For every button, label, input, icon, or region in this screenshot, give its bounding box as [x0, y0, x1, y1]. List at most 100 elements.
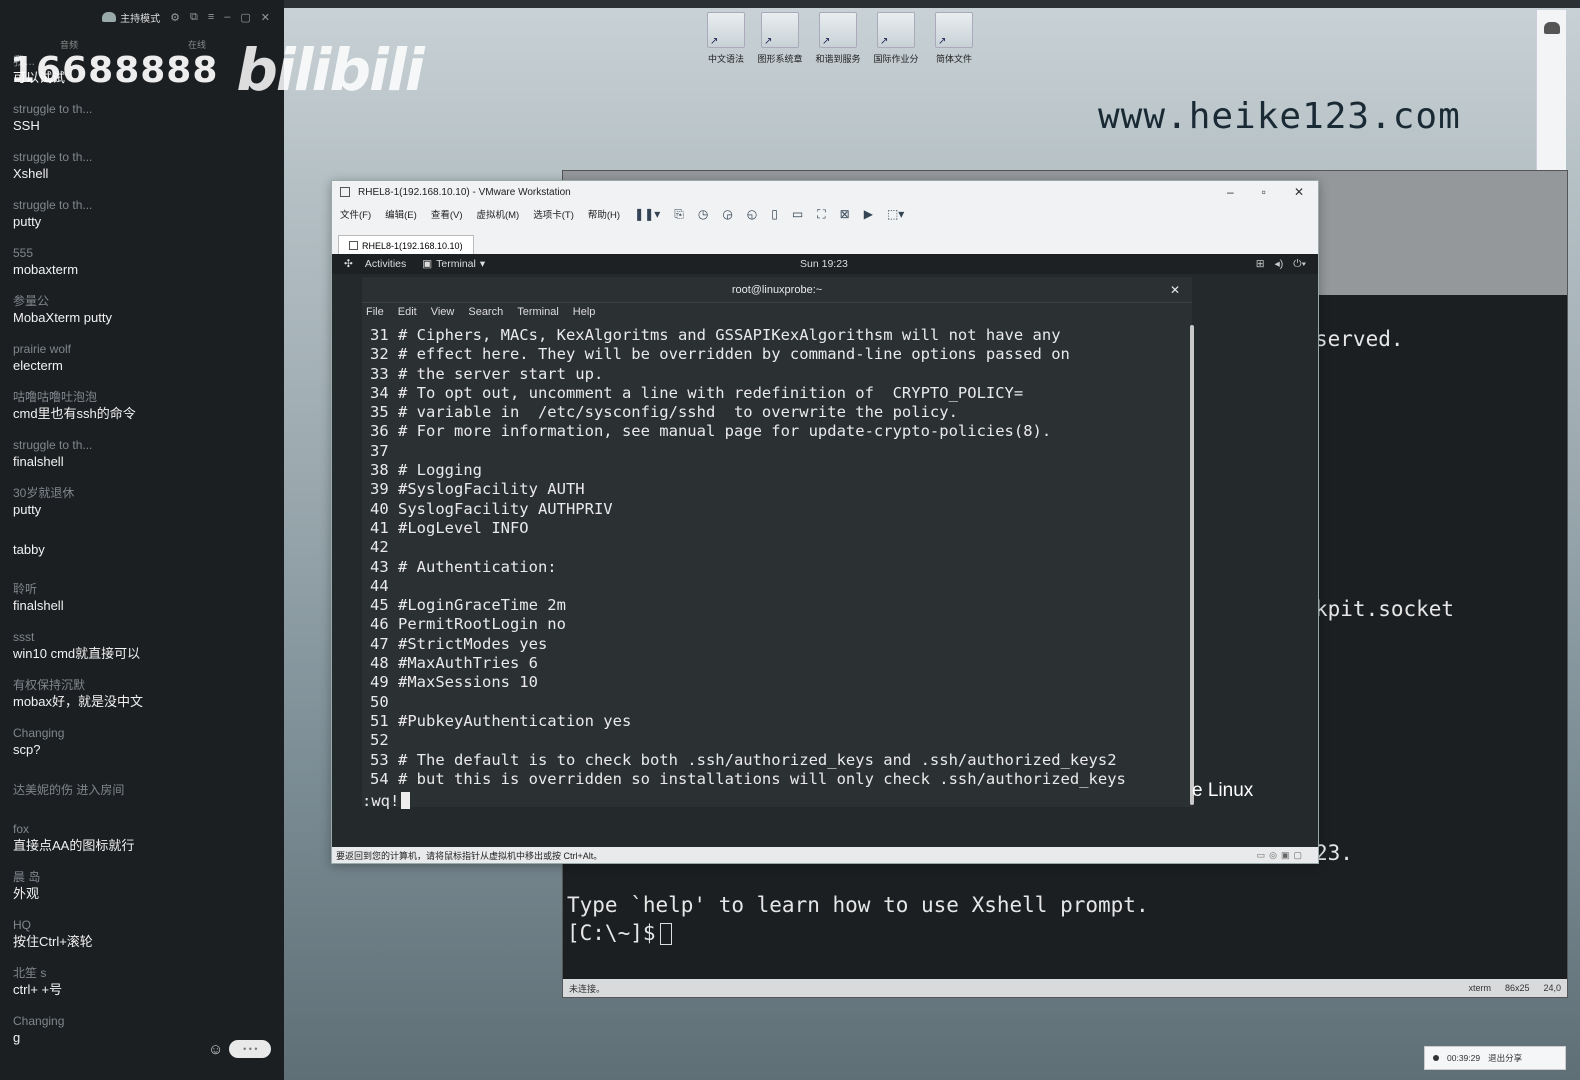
chat-message: fox 直接点AA的图标就行	[13, 814, 274, 862]
gnome-topbar: ✣ Activities ▣ Terminal ▾ Sun 19:23 ⊞ ◂) ⏻…	[332, 254, 1318, 274]
chat-message: prairie wolf electerm	[13, 334, 274, 382]
xshell-text-fragment: kpit.socket	[1315, 597, 1455, 621]
chat-text: electerm	[13, 358, 63, 373]
chat-text: 外观	[13, 886, 40, 901]
chat-message: tabby	[13, 526, 274, 574]
menu-vm[interactable]: 虚拟机(M)	[476, 207, 519, 221]
menu-icon[interactable]: ≡	[208, 11, 214, 23]
terminal-menu-search[interactable]: Search	[468, 306, 503, 318]
activities-button[interactable]: Activities	[365, 258, 406, 270]
network-icon: ⊞	[1255, 257, 1265, 270]
xshell-prompt-line[interactable]: [C:\~]$	[567, 921, 672, 945]
chat-icon[interactable]	[1543, 22, 1560, 34]
terminal-line: 41 #LogLevel INFO	[370, 518, 529, 537]
chat-username: ssst	[13, 630, 35, 644]
chat-text: finalshell	[13, 454, 64, 469]
device-icons[interactable]: ▭◎▣▢	[1257, 850, 1318, 861]
xshell-cursor	[659, 923, 672, 945]
send-keys-icon[interactable]: ⎘	[674, 207, 684, 222]
terminal-line: 48 #MaxAuthTries 6	[370, 654, 538, 673]
chat-text: scp?	[13, 742, 41, 757]
volume-icon: ◂)	[1274, 257, 1284, 270]
chat-message-list[interactable]: 我... 可以试试 struggle to th... SSH struggle to …	[13, 46, 274, 1054]
terminal-menu-terminal[interactable]: Terminal	[517, 306, 559, 318]
snapshot-icon[interactable]: ◷	[698, 207, 708, 221]
desktop-icon-5[interactable]: 简体文件	[926, 12, 982, 65]
text-cursor	[401, 792, 411, 809]
chat-username: HQ	[13, 918, 31, 932]
terminal-line: 53 # The default is to check both .ssh/a…	[370, 750, 1117, 769]
chat-message: struggle to th... Xshell	[13, 142, 274, 190]
terminal-content[interactable]: 31 # Ciphers, MACs, KexAlgoritms and GSS…	[370, 326, 1126, 789]
terminal-scrollbar[interactable]	[1190, 325, 1194, 805]
menu-help[interactable]: 帮助(H)	[588, 207, 620, 221]
vim-command-line[interactable]: :wq!	[362, 792, 411, 810]
guest-screen[interactable]: ✣ Activities ▣ Terminal ▾ Sun 19:23 ⊞ ◂) ⏻…	[332, 254, 1318, 849]
stretch-icon[interactable]: ⬚▾	[887, 207, 904, 221]
xshell-status-term: xterm	[1468, 983, 1491, 993]
menu-tabs[interactable]: 选项卡(T)	[533, 207, 574, 221]
host-mode-toggle[interactable]: 主持模式	[102, 10, 160, 25]
menu-edit[interactable]: 编辑(E)	[385, 207, 417, 221]
revert-icon[interactable]: ◶	[722, 207, 732, 221]
gnome-clock[interactable]: Sun 19:23	[800, 258, 848, 270]
chat-username: struggle to th...	[13, 102, 93, 116]
desktop-icon-3[interactable]: 和谐到服务	[810, 12, 866, 65]
system-tray[interactable]: ⊞ ◂) ⏻▾	[1256, 258, 1306, 271]
chat-username: struggle to th...	[13, 438, 93, 452]
tab-rhel8[interactable]: RHEL8-1(192.168.10.10)	[338, 235, 474, 255]
menu-file[interactable]: 文件(F)	[340, 207, 371, 221]
thumbnail-icon[interactable]: ▭	[792, 207, 803, 221]
chat-input-pill[interactable]: • • •	[229, 1040, 272, 1058]
xshell-status-pos: 24,0	[1543, 983, 1561, 993]
chat-username: 我...	[13, 54, 36, 68]
close-icon[interactable]: ✕	[1294, 185, 1304, 199]
console-icon[interactable]: ▶	[864, 207, 873, 221]
unity-icon[interactable]: ⊠	[840, 207, 850, 221]
settings-icon[interactable]: ⚙	[170, 11, 180, 24]
minimize-icon[interactable]: –	[224, 11, 230, 23]
desktop-icon-4[interactable]: 国际作业分	[868, 12, 924, 65]
fullscreen-icon[interactable]: ⛶	[817, 207, 825, 222]
terminal-line: 37	[370, 441, 389, 460]
chat-text: putty	[13, 214, 42, 229]
menu-view[interactable]: 查看(V)	[431, 207, 463, 221]
vmware-titlebar: RHEL8-1(192.168.10.10) - VMware Workstat…	[332, 181, 1318, 203]
close-icon[interactable]: ✕	[261, 11, 270, 24]
chevron-down-icon: ▾	[479, 258, 486, 270]
chat-text: putty	[13, 502, 42, 517]
desktop-icon-2[interactable]: 图形系统章	[752, 12, 808, 65]
xshell-status-connection: 未连接。	[569, 983, 606, 994]
chat-message: 北笙 s ctrl+ +号	[13, 958, 274, 1006]
chat-message: struggle to th... SSH	[13, 94, 274, 142]
chat-username: 晨 岛	[13, 870, 41, 884]
terminal-line: 39 #SyslogFacility AUTH	[370, 480, 585, 499]
vmware-tabrow: RHEL8-1(192.168.10.10)	[332, 231, 1318, 255]
terminal-menu-view[interactable]: View	[431, 306, 455, 318]
stop-share-button[interactable]: 退出分享	[1488, 1052, 1522, 1064]
terminal-menu-edit[interactable]: Edit	[398, 306, 417, 318]
close-icon[interactable]: ✕	[1170, 283, 1180, 297]
pause-icon[interactable]: ❚❚▾	[634, 207, 660, 221]
terminal-app-menu[interactable]: ▣ Terminal ▾	[422, 258, 485, 270]
emoji-icon[interactable]: ☺	[208, 1041, 223, 1058]
xshell-statusbar: 未连接。 xterm 86x25 24,0	[563, 979, 1567, 997]
terminal-line: 47 #StrictModes yes	[370, 634, 548, 653]
terminal-menu-file[interactable]: File	[366, 306, 384, 318]
terminal-menubar: File Edit View Search Terminal Help	[362, 303, 1192, 321]
share-timer: 00:39:29	[1447, 1053, 1481, 1063]
vm-tab-icon	[349, 241, 358, 250]
chat-text: mobaxterm	[13, 262, 79, 277]
terminal-line: 50	[370, 692, 389, 711]
maximize-icon[interactable]: ▢	[240, 11, 250, 24]
terminal-menu-help[interactable]: Help	[573, 306, 596, 318]
maximize-icon[interactable]: ▫	[1262, 185, 1266, 199]
terminal-line: 40 SyslogFacility AUTHPRIV	[370, 499, 613, 518]
minimize-icon[interactable]: –	[1227, 185, 1234, 199]
popout-icon[interactable]: ⧉	[190, 11, 198, 24]
desktop-icon-1[interactable]: 中文语法	[698, 12, 754, 65]
terminal-line: 52	[370, 731, 389, 750]
chat-username: 有权保持沉默	[13, 678, 86, 692]
sidebar-icon[interactable]: ▯	[771, 207, 778, 221]
manage-snapshot-icon[interactable]: ◵	[747, 207, 757, 221]
